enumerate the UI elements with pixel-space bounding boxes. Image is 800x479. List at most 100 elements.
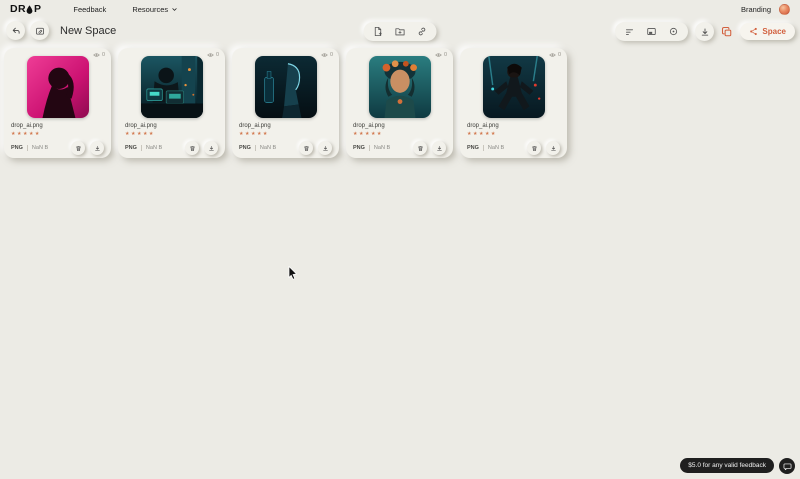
add-link-button[interactable] (417, 26, 428, 37)
delete-button[interactable] (71, 141, 85, 155)
delete-button[interactable] (527, 141, 541, 155)
new-folder-button[interactable] (395, 26, 406, 37)
back-button[interactable] (6, 21, 25, 40)
divider (140, 145, 142, 151)
logo-text-prefix: DR (10, 3, 26, 15)
download-icon (94, 145, 100, 151)
rating-stars[interactable]: ★★★★★ (467, 131, 567, 137)
copy-icon (722, 26, 732, 36)
rating-stars[interactable]: ★★★★★ (239, 131, 339, 137)
views-value: 0 (101, 52, 105, 58)
asset-thumbnail[interactable] (254, 56, 317, 118)
share-space-button[interactable]: Space (740, 23, 795, 40)
branding-label: Branding (740, 4, 771, 14)
download-button[interactable] (90, 141, 104, 155)
views-count: 0 (321, 52, 333, 58)
trash-icon (189, 145, 195, 151)
file-type: PNG (353, 145, 365, 151)
asset-grid: 0 drop_ai.png ★★★★★ PNG NaN B 0 drop_ai.… (4, 48, 567, 158)
divider (254, 145, 256, 151)
nav-resources-label: Resources (132, 4, 169, 14)
file-plus-icon (374, 26, 382, 37)
asset-card[interactable]: 0 drop_ai.png ★★★★★ PNG NaN B (4, 48, 111, 158)
chevron-down-icon (172, 7, 177, 11)
top-nav: Feedback Resources (73, 5, 178, 14)
branding-link[interactable]: Branding (741, 5, 771, 14)
asset-thumbnail[interactable] (140, 56, 203, 118)
asset-thumbnail[interactable] (368, 56, 431, 118)
rating-stars[interactable]: ★★★★★ (125, 131, 225, 137)
logo-text-suffix: P (33, 3, 42, 15)
asset-meta: PNG NaN B (11, 141, 104, 155)
user-avatar[interactable] (779, 3, 790, 15)
topbar: DR P Feedback Resources Branding (0, 0, 800, 18)
rating-stars[interactable]: ★★★★★ (11, 131, 111, 137)
view-options-pill (615, 22, 689, 41)
back-icon (12, 27, 20, 34)
nav-feedback[interactable]: Feedback (73, 5, 106, 14)
image-icon (647, 27, 657, 36)
toolbar-right: Space (615, 22, 795, 41)
settings-button[interactable] (668, 26, 679, 37)
asset-card[interactable]: 0 drop_ai.png ★★★★★ PNG NaN B (460, 48, 567, 158)
chat-button[interactable] (779, 458, 795, 474)
asset-card[interactable]: 0 drop_ai.png ★★★★★ PNG NaN B (118, 48, 225, 158)
delete-button[interactable] (299, 141, 313, 155)
file-size: NaN B (373, 145, 391, 151)
asset-meta: PNG NaN B (467, 141, 560, 155)
delete-button[interactable] (413, 141, 427, 155)
sort-button[interactable] (624, 26, 635, 37)
trash-icon (75, 145, 81, 151)
add-content-pill (363, 22, 437, 41)
download-icon (550, 145, 556, 151)
download-button[interactable] (204, 141, 218, 155)
drop-logo[interactable]: DR P (10, 3, 41, 15)
chat-icon (783, 463, 791, 470)
views-count: 0 (435, 52, 447, 58)
delete-button[interactable] (185, 141, 199, 155)
eye-icon (549, 53, 556, 57)
asset-filename: drop_ai.png (239, 123, 271, 129)
file-type: PNG (239, 145, 251, 151)
copy-link-button[interactable] (721, 26, 733, 38)
rating-stars[interactable]: ★★★★★ (353, 131, 453, 137)
asset-meta: PNG NaN B (239, 141, 332, 155)
download-icon (701, 27, 709, 36)
asset-card[interactable]: 0 drop_ai.png ★★★★★ PNG NaN B (232, 48, 339, 158)
edit-icon (35, 27, 44, 34)
download-button[interactable] (432, 141, 446, 155)
download-button[interactable] (318, 141, 332, 155)
download-button[interactable] (546, 141, 560, 155)
divider (26, 145, 28, 151)
download-icon (322, 145, 328, 151)
share-space-label: Space (762, 27, 786, 36)
asset-thumbnail[interactable] (482, 56, 545, 118)
asset-thumbnail[interactable] (26, 56, 89, 118)
folder-plus-icon (395, 28, 405, 36)
eye-icon (321, 53, 328, 57)
layout-button[interactable] (646, 26, 657, 37)
trash-icon (303, 145, 309, 151)
nav-resources[interactable]: Resources (132, 5, 178, 14)
rename-space-button[interactable] (30, 21, 49, 40)
asset-card[interactable]: 0 drop_ai.png ★★★★★ PNG NaN B (346, 48, 453, 158)
views-count: 0 (549, 52, 561, 58)
feedback-reward-badge[interactable]: $5.0 for any valid feedback (680, 458, 774, 473)
file-type: PNG (125, 145, 137, 151)
trash-icon (417, 145, 423, 151)
file-size: NaN B (487, 145, 505, 151)
drop-logo-icon (27, 4, 33, 14)
trash-icon (531, 145, 537, 151)
topbar-right: Branding (741, 3, 790, 15)
views-value: 0 (329, 52, 333, 58)
sort-icon (626, 29, 634, 36)
page-title: New Space (60, 24, 117, 37)
upload-file-button[interactable] (373, 26, 384, 37)
disc-icon (670, 27, 678, 36)
download-icon (208, 145, 214, 151)
asset-meta: PNG NaN B (353, 141, 446, 155)
views-value: 0 (215, 52, 219, 58)
space-toolbar: New Space Space (0, 18, 800, 48)
download-all-button[interactable] (695, 22, 715, 41)
mouse-cursor (288, 266, 298, 280)
